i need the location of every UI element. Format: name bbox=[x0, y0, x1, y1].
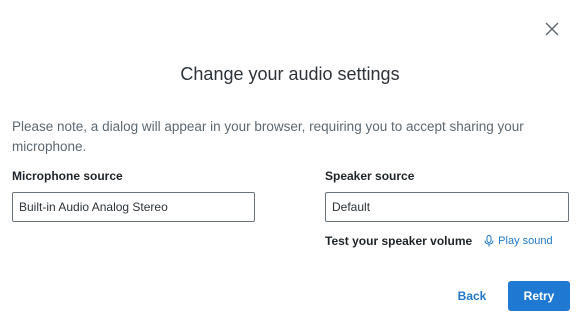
play-sound-label: Play sound bbox=[498, 235, 553, 247]
close-icon bbox=[544, 21, 560, 42]
microphone-source-label: Microphone source bbox=[12, 169, 123, 183]
play-sound-link[interactable]: Play sound bbox=[484, 235, 553, 247]
speaker-source-label: Speaker source bbox=[325, 169, 415, 183]
speaker-test-label: Test your speaker volume bbox=[325, 234, 473, 248]
retry-button[interactable]: Retry bbox=[508, 281, 570, 311]
speaker-source-select[interactable]: Default bbox=[325, 192, 569, 222]
dialog-title: Change your audio settings bbox=[180, 64, 400, 84]
close-button[interactable] bbox=[540, 19, 564, 43]
microphone-icon bbox=[484, 235, 494, 247]
permission-note: Please note, a dialog will appear in you… bbox=[12, 119, 524, 154]
microphone-source-select[interactable]: Built-in Audio Analog Stereo bbox=[12, 192, 255, 222]
audio-settings-dialog: Change your audio settings Please note, … bbox=[0, 0, 580, 330]
speaker-test-row: Test your speaker volume Play sound bbox=[325, 233, 553, 249]
back-button[interactable]: Back bbox=[446, 282, 498, 310]
